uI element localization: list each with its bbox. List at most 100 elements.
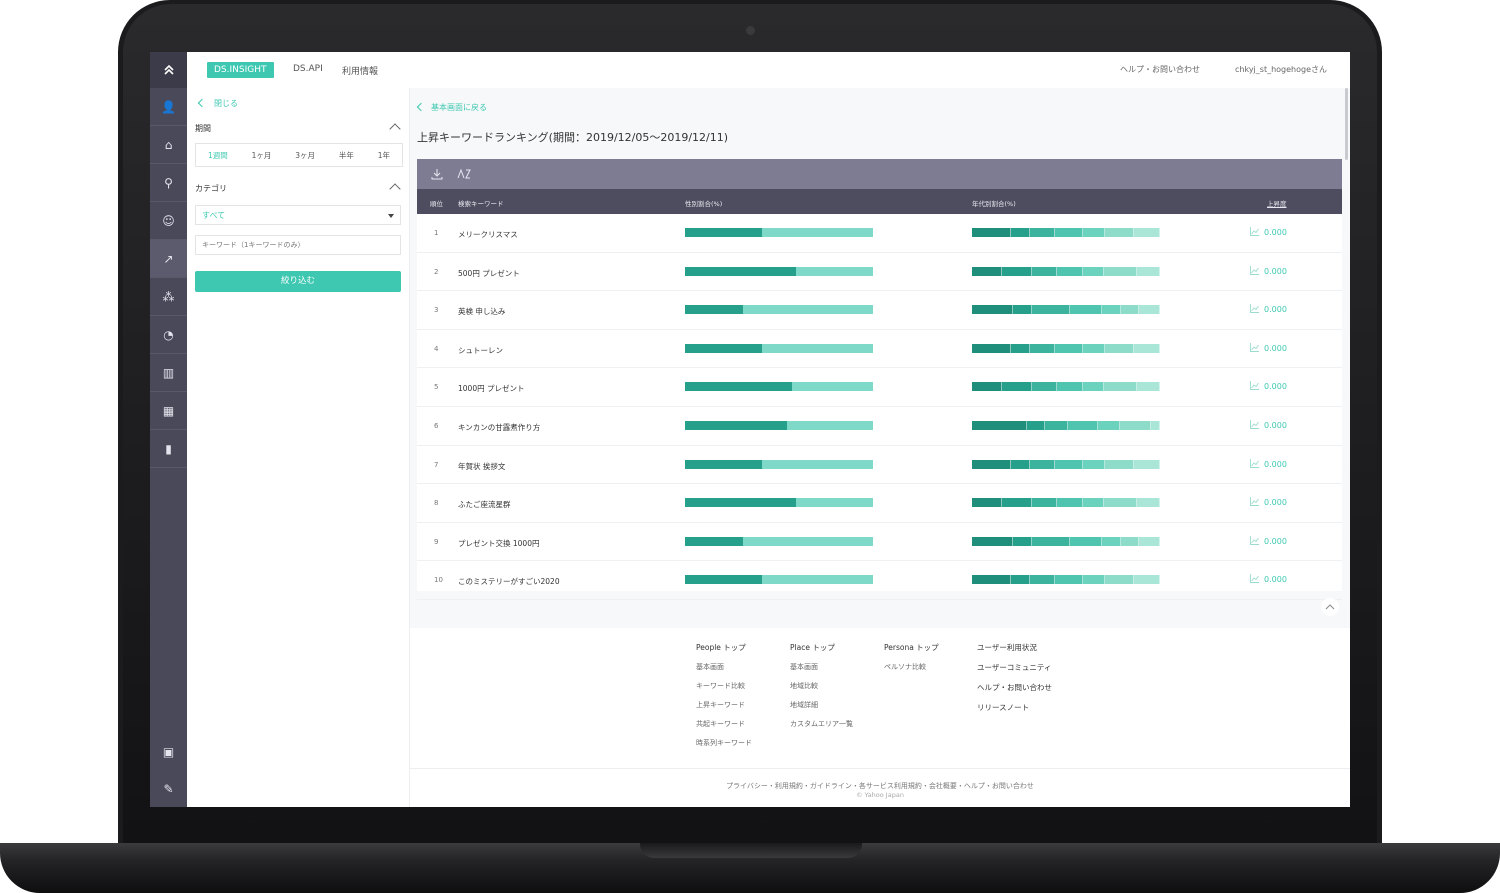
table-row[interactable]: 10 このミステリーがすごい2020 0.000 bbox=[417, 561, 1342, 600]
period-option[interactable]: 1ヶ月 bbox=[252, 150, 272, 161]
sort-icon[interactable] bbox=[457, 168, 471, 180]
period-option[interactable]: 3ヶ月 bbox=[295, 150, 315, 161]
table-row[interactable]: 3 英検 申し込み 0.000 bbox=[417, 291, 1342, 330]
rail-item-home[interactable]: ⌂ bbox=[150, 126, 187, 164]
keyword-cell[interactable]: メリークリスマス bbox=[458, 229, 518, 240]
footer-link[interactable]: キーワード比較 bbox=[696, 681, 752, 691]
table-row[interactable]: 9 プレゼント交換 1000円 0.000 bbox=[417, 523, 1342, 562]
table-row[interactable]: 7 年賀状 挨拶文 0.000 bbox=[417, 446, 1342, 485]
nav-usage[interactable]: 利用情報 bbox=[342, 64, 378, 77]
age-segment bbox=[1026, 420, 1046, 430]
age-bar bbox=[972, 305, 1160, 315]
rise-cell[interactable]: 0.000 bbox=[1250, 419, 1287, 430]
rise-cell[interactable]: 0.000 bbox=[1250, 304, 1287, 314]
rank-cell: 1 bbox=[434, 229, 439, 237]
gender-female-segment bbox=[795, 498, 873, 508]
rail-item-memo[interactable]: ✎ bbox=[150, 770, 187, 807]
period-option[interactable]: 半年 bbox=[339, 150, 354, 161]
keyword-cell[interactable]: ふたご座流星群 bbox=[458, 499, 511, 510]
footer-links[interactable]: プライバシー・利用規約・ガイドライン・各サービス利用規約・会社概要・ヘルプ・お問… bbox=[410, 768, 1350, 791]
age-segment bbox=[1030, 228, 1055, 237]
ranking-table: 順位 検索キーワード 性別割合(%) 年代別割合(%) 上昇度 1 メリークリスマ… bbox=[417, 159, 1342, 600]
rail-item-guide[interactable]: ▣ bbox=[150, 733, 187, 770]
period-option[interactable]: 1年 bbox=[378, 150, 390, 161]
keyword-cell[interactable]: 1000円 プレゼント bbox=[458, 383, 524, 394]
user-menu[interactable]: chkyj_st_hogehogeさん bbox=[1235, 64, 1327, 75]
chevron-up-icon bbox=[1325, 604, 1335, 610]
scrollbar[interactable] bbox=[1345, 88, 1348, 160]
rise-cell[interactable]: 0.000 bbox=[1250, 227, 1287, 237]
keyword-cell[interactable]: このミステリーがすごい2020 bbox=[458, 576, 560, 587]
keyword-cell[interactable]: 年賀状 挨拶文 bbox=[458, 461, 505, 472]
table-row[interactable]: 4 シュトーレン 0.000 bbox=[417, 330, 1342, 369]
rank-cell: 6 bbox=[434, 421, 439, 430]
footer-heading-link[interactable]: ユーザー利用状況 bbox=[977, 642, 1052, 653]
copyright: © Yahoo Japan bbox=[856, 791, 904, 799]
footer-heading-link[interactable]: Place トップ bbox=[790, 642, 853, 653]
keyword-cell[interactable]: プレゼント交換 1000円 bbox=[458, 538, 539, 549]
age-segment bbox=[1097, 420, 1121, 430]
footer-link[interactable]: リリースノート bbox=[977, 702, 1052, 713]
rail-item-people[interactable]: 👤 bbox=[150, 88, 187, 126]
rise-value: 0.000 bbox=[1264, 536, 1287, 546]
trend-chart-icon bbox=[1250, 574, 1259, 584]
table-row[interactable]: 1 メリークリスマス 0.000 bbox=[417, 214, 1342, 253]
keyword-cell[interactable]: キンカンの甘露煮作り方 bbox=[458, 422, 540, 433]
col-rise-sort[interactable]: 上昇度 bbox=[1267, 198, 1287, 208]
table-row[interactable]: 5 1000円 プレゼント 0.000 bbox=[417, 368, 1342, 407]
table-row[interactable]: 2 500円 プレゼント 0.000 bbox=[417, 253, 1342, 292]
footer-link[interactable]: 共起キーワード bbox=[696, 719, 752, 729]
rise-cell[interactable]: 0.000 bbox=[1250, 265, 1287, 276]
footer-link[interactable]: 基本画面 bbox=[696, 662, 752, 672]
rail-top[interactable] bbox=[150, 52, 187, 88]
footer-link[interactable]: カスタムエリア一覧 bbox=[790, 719, 853, 729]
keyword-cell[interactable]: 500円 プレゼント bbox=[458, 268, 520, 279]
footer-link[interactable]: ペルソナ比較 bbox=[884, 662, 939, 672]
keyword-cell[interactable]: シュトーレン bbox=[458, 345, 503, 356]
age-bar bbox=[972, 575, 1160, 585]
footer-link[interactable]: 地域比較 bbox=[790, 681, 853, 691]
rail-item-place[interactable]: ⚲ bbox=[150, 164, 187, 202]
brand-tab[interactable]: DS.INSIGHT bbox=[207, 62, 274, 78]
rail-item-timeseries[interactable]: ◔ bbox=[150, 316, 187, 354]
help-link[interactable]: ヘルプ・お問い合わせ bbox=[1120, 64, 1200, 75]
age-segment bbox=[1013, 536, 1033, 546]
rail-item-persona[interactable]: ☺ bbox=[150, 202, 187, 240]
chevron-up-icon[interactable] bbox=[389, 183, 401, 195]
footer-heading-link[interactable]: Persona トップ bbox=[884, 642, 939, 653]
filter-button[interactable]: 絞り込む bbox=[195, 271, 401, 292]
rise-cell[interactable]: 0.000 bbox=[1250, 535, 1287, 546]
footer-link[interactable]: 基本画面 bbox=[790, 662, 853, 672]
category-select[interactable]: すべて bbox=[195, 205, 401, 225]
rank-cell: 10 bbox=[434, 576, 443, 585]
area-icon: ▦ bbox=[162, 403, 175, 418]
table-row[interactable]: 6 キンカンの甘露煮作り方 0.000 bbox=[417, 407, 1342, 446]
rise-cell[interactable]: 0.000 bbox=[1250, 342, 1287, 353]
close-button[interactable]: 閉じる bbox=[197, 98, 238, 109]
table-row[interactable]: 8 ふたご座流星群 0.000 bbox=[417, 484, 1342, 523]
footer-link[interactable]: ユーザーコミュニティ bbox=[977, 662, 1052, 673]
footer-link[interactable]: 時系列キーワード bbox=[696, 738, 752, 748]
back-label: 基本画面に戻る bbox=[431, 103, 487, 112]
scroll-top-button[interactable] bbox=[1321, 598, 1339, 616]
back-link[interactable]: 基本画面に戻る bbox=[416, 102, 487, 113]
footer-heading-link[interactable]: People トップ bbox=[696, 642, 752, 653]
period-option[interactable]: 1週間 bbox=[208, 150, 228, 161]
rail-item-area[interactable]: ▦ bbox=[150, 392, 187, 430]
rise-cell[interactable]: 0.000 bbox=[1250, 381, 1287, 391]
rail-item-cooccur[interactable]: ⁂ bbox=[150, 278, 187, 316]
rail-item-chart[interactable]: ▮ bbox=[150, 430, 187, 468]
chevron-up-icon[interactable] bbox=[389, 123, 401, 135]
keyword-cell[interactable]: 英検 申し込み bbox=[458, 306, 505, 317]
footer-link[interactable]: 上昇キーワード bbox=[696, 700, 752, 710]
nav-ds-api[interactable]: DS.API bbox=[293, 64, 323, 74]
footer-link[interactable]: ヘルプ・お問い合わせ bbox=[977, 682, 1052, 693]
rise-cell[interactable]: 0.000 bbox=[1250, 497, 1287, 507]
rail-item-compare[interactable]: ▥ bbox=[150, 354, 187, 392]
download-icon[interactable] bbox=[431, 168, 443, 180]
rise-cell[interactable]: 0.000 bbox=[1250, 458, 1287, 469]
keyword-input[interactable] bbox=[195, 235, 401, 255]
footer-link[interactable]: 地域詳細 bbox=[790, 700, 853, 710]
rise-cell[interactable]: 0.000 bbox=[1250, 574, 1287, 584]
rail-item-rising-keyword[interactable]: ↗ bbox=[150, 240, 187, 278]
